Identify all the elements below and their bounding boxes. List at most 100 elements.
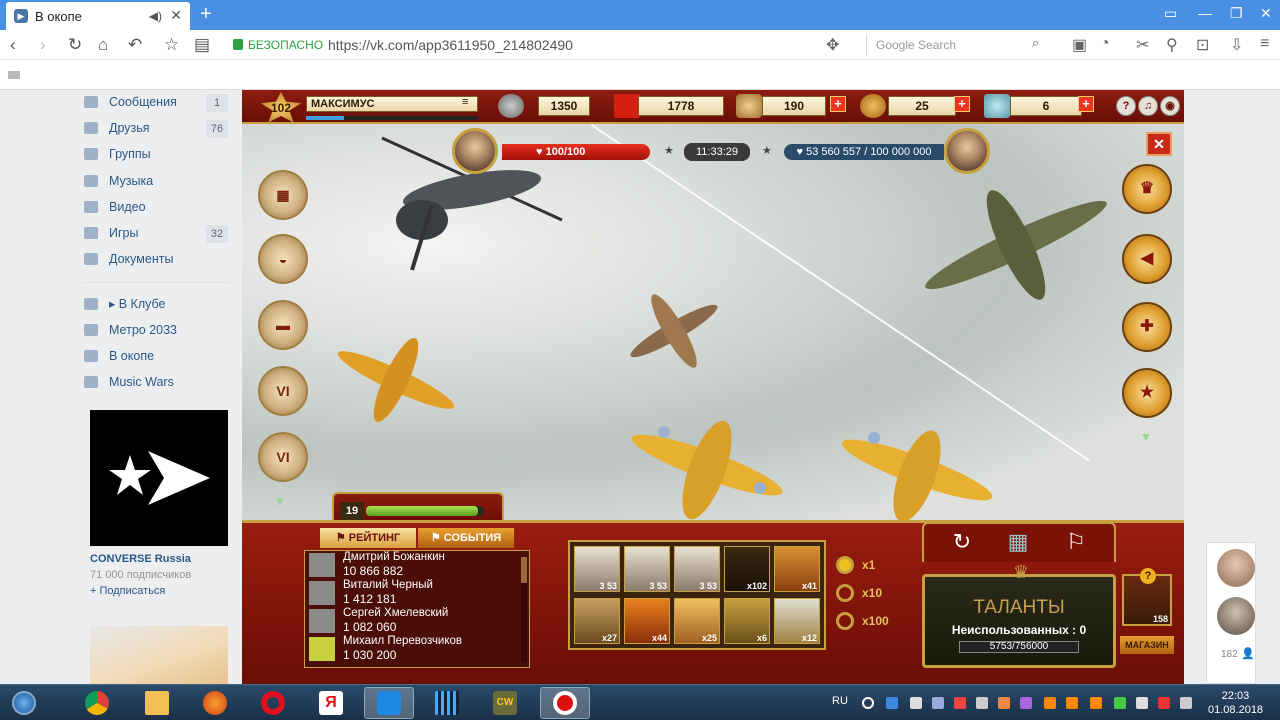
ammo-slot[interactable]: x44 (624, 598, 670, 644)
converse-logo[interactable] (90, 410, 228, 546)
music-toggle-icon[interactable]: ♫ (1138, 96, 1158, 116)
undo-icon[interactable]: ↶ (128, 35, 142, 55)
game-frame[interactable]: 102 МАКСИМУС ≡ 1350 1778 190 + 25 + 6 + … (242, 90, 1184, 684)
talents-panel[interactable]: ТАЛАНТЫ Неиспользованных : 0 5753/756000 (922, 574, 1116, 668)
subscribe-link[interactable]: + Подписаться (90, 585, 228, 597)
shop-button[interactable]: МАГАЗИН (1120, 636, 1174, 654)
ammo-slot[interactable]: x102 (724, 546, 770, 592)
tab-rating[interactable]: ⚑ РЕЙТИНГ (320, 528, 416, 548)
sidebar-app-club[interactable]: ▸ В Клубе (84, 296, 166, 311)
language-indicator[interactable]: RU (832, 695, 848, 707)
ammo-slot[interactable]: x27 (574, 598, 620, 644)
app-tray-icon[interactable] (998, 697, 1010, 709)
reload-icon[interactable]: ↻ (68, 35, 82, 55)
ammo-slot[interactable]: 3 53 (624, 546, 670, 592)
multiplier-x1-radio[interactable] (836, 556, 854, 574)
bookmark-folder-icon[interactable] (8, 71, 20, 79)
refresh-icon[interactable]: ↻ (944, 526, 980, 558)
download-tray-icon[interactable] (1114, 697, 1126, 709)
back-icon[interactable]: ‹ (10, 35, 16, 55)
new-tab-button[interactable]: + (200, 3, 212, 26)
close-window-icon[interactable]: ✕ (1260, 5, 1272, 22)
leaderboard-row[interactable]: Сергей Хмелевский 1 082 060 (309, 607, 519, 635)
sidebar-app-metro[interactable]: Метро 2033 (84, 323, 177, 337)
megaphone-medal-icon[interactable]: ◀ (1122, 234, 1172, 284)
friend-avatar[interactable] (1217, 597, 1255, 635)
shop-help-badge[interactable]: ? (1140, 568, 1156, 584)
white-flag-icon[interactable]: ⚐ (1058, 526, 1094, 558)
player-name[interactable]: МАКСИМУС (306, 96, 478, 112)
leaderboard-row[interactable]: Михаил Перевозчиков 1 030 200 (309, 635, 519, 663)
taskbar-yandex[interactable]: Я (306, 687, 356, 719)
map-icon[interactable]: ▦ (1000, 526, 1036, 558)
leaderboard-scrollbar[interactable] (521, 557, 527, 663)
browser-tab[interactable]: ▶ В окопе ◀) ✕ (6, 2, 190, 30)
leaderboard-row[interactable]: Виталий Черный 1 412 181 (309, 579, 519, 607)
tank-medal-icon[interactable]: ▬ (258, 300, 308, 350)
ammo-slot[interactable]: x6 (724, 598, 770, 644)
taskbar-grid-app[interactable] (422, 687, 472, 719)
player-rank-badge[interactable]: 102 (260, 92, 302, 123)
ammo-slot[interactable]: 3 53 (674, 546, 720, 592)
red-star-medal-icon[interactable]: ★ (1122, 368, 1172, 418)
scroll-thumb[interactable] (521, 557, 527, 583)
download-icon[interactable]: ⇩ (1230, 35, 1243, 55)
forward-icon[interactable]: › (40, 35, 46, 55)
friend-avatar[interactable] (1217, 549, 1255, 587)
taskbar-firefox[interactable] (190, 687, 240, 719)
shield-tray-icon[interactable] (1136, 697, 1148, 709)
screenshot-icon[interactable]: ⊡ (1196, 35, 1209, 55)
scroll-down-right-icon[interactable]: ▼ (1140, 430, 1152, 444)
bookmark-star-icon[interactable]: ☆ (164, 35, 179, 55)
briefcase-icon[interactable]: ▣ (1072, 35, 1087, 55)
camo-fighter-plane[interactable] (614, 286, 734, 376)
promo-image[interactable] (90, 626, 228, 684)
mission-vi-medal[interactable]: VI (258, 366, 308, 416)
multiplier-x100-radio[interactable] (836, 612, 854, 630)
sidebar-item-documents[interactable]: Документы (84, 252, 173, 266)
taskbar-opera[interactable] (248, 687, 298, 719)
sidebar-app-vokope[interactable]: В окопе (84, 349, 154, 363)
eagle-medal-icon[interactable]: ♛ (1122, 164, 1172, 214)
tools-icon[interactable]: ✂ (1136, 35, 1149, 55)
taskbar-chrome[interactable] (72, 687, 122, 719)
bluetooth-tray-icon[interactable] (886, 697, 898, 709)
ammo-slot[interactable]: x12 (774, 598, 820, 644)
sidebar-item-video[interactable]: Видео (84, 200, 146, 214)
history-icon[interactable]: ◔ (1100, 35, 1110, 53)
ammo-slot[interactable]: 3 53 (574, 546, 620, 592)
player-menu-icon[interactable]: ≡ (462, 96, 468, 108)
yellow-fighter-plane-1[interactable] (622, 410, 792, 520)
restore-icon[interactable]: ❐ (1230, 5, 1243, 22)
target-vi-medal[interactable]: VI (258, 432, 308, 482)
sidebar-item-music[interactable]: Музыка (84, 174, 153, 188)
calendar-medal-icon[interactable]: ▦ (258, 170, 308, 220)
system-clock[interactable]: 22:03 01.08.2018 (1208, 689, 1263, 717)
leaderboard-row[interactable]: Дмитрий Божанкин 10 866 882 (309, 551, 519, 579)
taskbar-manager[interactable] (364, 687, 414, 719)
sound-toggle-icon[interactable]: ◉ (1160, 96, 1180, 116)
help-icon[interactable]: ? (1116, 96, 1136, 116)
window-menu-icon[interactable]: ▭ (1164, 5, 1177, 22)
group-name[interactable]: CONVERSE Russia (90, 553, 228, 565)
url-field[interactable]: https://vk.com/app3611950_214802490 (328, 37, 573, 53)
home-icon[interactable]: ⌂ (98, 35, 108, 55)
add-tickets-button[interactable]: + (1078, 96, 1094, 112)
ammo-slot[interactable]: x41 (774, 546, 820, 592)
sidebar-app-musicwars[interactable]: Music Wars (84, 375, 174, 389)
start-button[interactable] (2, 687, 46, 719)
close-battle-button[interactable]: ✕ (1146, 132, 1172, 156)
menu-icon[interactable]: ≡ (1260, 35, 1269, 53)
sidebar-item-friends[interactable]: Друзья (84, 121, 150, 135)
orange-tray-icon[interactable] (1066, 697, 1078, 709)
sync-icon[interactable]: ⚲ (1166, 35, 1178, 55)
yellow-bomber-plane[interactable] (326, 330, 466, 430)
yellow-fighter-plane-2[interactable] (832, 420, 1002, 520)
pen-tray-icon[interactable] (1020, 697, 1032, 709)
search-input[interactable]: Google Search (866, 34, 1052, 56)
minimize-icon[interactable]: — (1198, 5, 1212, 21)
sidebar-item-groups[interactable]: Группы (84, 147, 151, 161)
tab-events[interactable]: ⚑ СОБЫТИЯ (418, 528, 514, 548)
taskbar-recorder[interactable] (540, 687, 590, 719)
multiplier-x10-radio[interactable] (836, 584, 854, 602)
